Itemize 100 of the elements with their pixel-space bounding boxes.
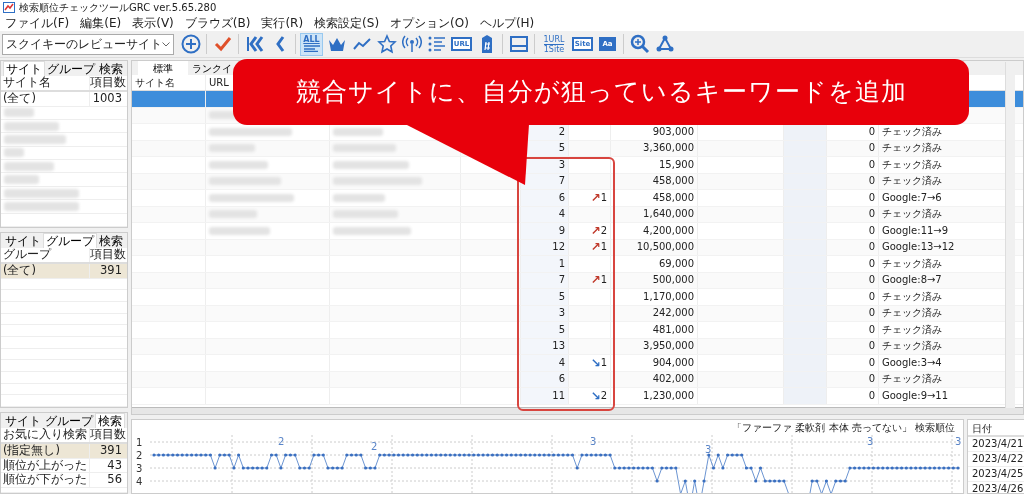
panel-tab[interactable]: グループ: [45, 61, 97, 76]
panel-tab[interactable]: 検索: [95, 413, 125, 428]
site-dropdown[interactable]: スクイキーのレビューサイト: [2, 33, 174, 55]
list-row[interactable]: 順位が下がった 56: [1, 473, 127, 489]
table-cell: 10,500,000: [611, 239, 698, 255]
panel-tab[interactable]: サイト: [3, 61, 45, 76]
lines-icon: [302, 44, 321, 52]
table-cell: 0: [827, 289, 879, 305]
rank-change: 1: [600, 241, 607, 254]
horizontal-scrollbar[interactable]: [132, 407, 1023, 414]
table-cell: 0: [827, 157, 879, 173]
table-row[interactable]: 5 1,170,000 0 チェック済み: [132, 289, 1023, 306]
table-cell: 15,900: [611, 157, 698, 173]
change-arrow: ↗: [590, 274, 601, 287]
zoom-in-icon: [629, 34, 650, 54]
change-arrow: ↗: [590, 224, 601, 237]
panel-tab[interactable]: グループ: [43, 413, 95, 428]
table-cell: 2023/4/21: [968, 437, 1024, 452]
table-cell: 904,000: [611, 355, 698, 371]
menu-item[interactable]: オプション(O): [390, 15, 469, 31]
column-header: サイト名: [2, 76, 52, 90]
column-header: 項目数: [89, 428, 125, 442]
blurred-text: [209, 226, 270, 235]
list-row[interactable]: (全て) 1003: [1, 91, 127, 107]
table-cell: 402,000: [611, 371, 698, 387]
blurred-text: [333, 127, 383, 136]
table-cell: 11: [521, 388, 569, 404]
table-cell: 0: [827, 338, 879, 354]
icon-label: 1URL: [543, 34, 565, 45]
toolbar-button[interactable]: [179, 32, 202, 56]
table-cell: 0: [827, 239, 879, 255]
menu-item[interactable]: 編集(E): [80, 15, 122, 31]
toolbar-button[interactable]: ALL: [300, 32, 323, 56]
rank-change: 1: [600, 274, 607, 287]
panel-tab[interactable]: 検索: [97, 233, 125, 248]
icon-label: ALL: [303, 36, 320, 44]
column-header: お気に入り検索: [2, 428, 88, 442]
list-row[interactable]: 順位が上がった 43: [1, 458, 127, 474]
caret-icon: [162, 41, 170, 47]
table-cell: 1,230,000: [611, 388, 698, 404]
toolbar-button[interactable]: 1URL 1Site: [539, 32, 569, 56]
table-cell: 0: [827, 173, 879, 189]
table-cell: 0: [827, 256, 879, 272]
change-arrow: ↗: [590, 241, 601, 254]
table-row[interactable]: 9 ↗2 4,200,000 0 Google:11→9: [132, 223, 1023, 240]
table-row[interactable]: 5 481,000 0 チェック済み: [132, 322, 1023, 339]
table-row[interactable]: 1 69,000 0 チェック済み: [132, 256, 1023, 273]
table-cell: 0: [827, 305, 879, 321]
chart-title: 「ファーファ 柔軟剤 本体 売ってない」 検索順位: [731, 421, 956, 435]
table-cell: 1,640,000: [611, 206, 698, 222]
table-cell: 458,000: [611, 190, 698, 206]
axis-label: 1: [136, 436, 143, 448]
table-cell: 0: [827, 190, 879, 206]
column-header: 項目数: [89, 248, 125, 262]
column-header: 日付: [968, 420, 1024, 437]
panel-tab[interactable]: グループ: [43, 233, 97, 248]
rank-change: 1: [600, 356, 607, 369]
table-cell: 3,360,000: [611, 140, 698, 156]
blurred-text: [209, 160, 268, 169]
table-row[interactable]: 4 ↘1 904,000 0 Google:3→4: [132, 355, 1023, 372]
panel-tab[interactable]: サイト: [3, 413, 43, 428]
view-tab[interactable]: 標準: [138, 61, 188, 75]
table-cell: 0: [827, 206, 879, 222]
ranked-list-icon: [426, 34, 447, 54]
menu-item[interactable]: ヘルプ(H): [479, 15, 535, 31]
table-cell: 2023/4/26: [968, 482, 1024, 494]
rank-change: 1: [600, 191, 607, 204]
point-label: 3: [705, 444, 712, 455]
table-cell: 4,200,000: [611, 223, 698, 239]
column-header: サイト名: [132, 75, 206, 90]
table-row[interactable]: 11 ↘2 1,230,000 0 Google:9→11: [132, 388, 1023, 405]
window-title: 検索順位チェックツールGRC ver.5.65.280: [19, 1, 217, 14]
table-cell: 9: [521, 223, 569, 239]
table-row[interactable]: 6 ↗1 458,000 0 Google:7→6: [132, 190, 1023, 207]
table-cell: 2023/4/22: [968, 452, 1024, 467]
rank-change: 2: [600, 224, 607, 237]
panel-tab[interactable]: 検索: [97, 61, 125, 76]
toolbar-button[interactable]: [375, 32, 398, 56]
menu-item[interactable]: 表示(V): [132, 15, 174, 31]
menu-item[interactable]: ブラウズ(B): [184, 15, 251, 31]
table-cell: 1,170,000: [611, 289, 698, 305]
blurred-text: [4, 135, 66, 145]
toolbar-button[interactable]: [628, 32, 651, 56]
menu-item[interactable]: 検索設定(S): [314, 15, 380, 31]
add-icon: [180, 34, 201, 54]
axis-label: 4: [136, 475, 143, 487]
view-tab[interactable]: ランクイ: [188, 61, 235, 75]
change-arrow: ↘: [590, 356, 601, 369]
table-cell: 0: [827, 223, 879, 239]
menu-item[interactable]: ファイル(F): [5, 15, 70, 31]
antenna-icon: [401, 34, 422, 54]
table-cell: 69,000: [611, 256, 698, 272]
check-icon: [212, 34, 233, 54]
table-cell: 6: [521, 190, 569, 206]
menu-item[interactable]: 実行(R): [261, 15, 304, 31]
vertical-scrollbar[interactable]: [1005, 62, 1015, 408]
table-cell: 2023/4/25: [968, 467, 1024, 482]
panel-tab[interactable]: サイト: [3, 233, 43, 248]
table-cell: 481,000: [611, 322, 698, 338]
point-label: 3: [955, 436, 962, 447]
